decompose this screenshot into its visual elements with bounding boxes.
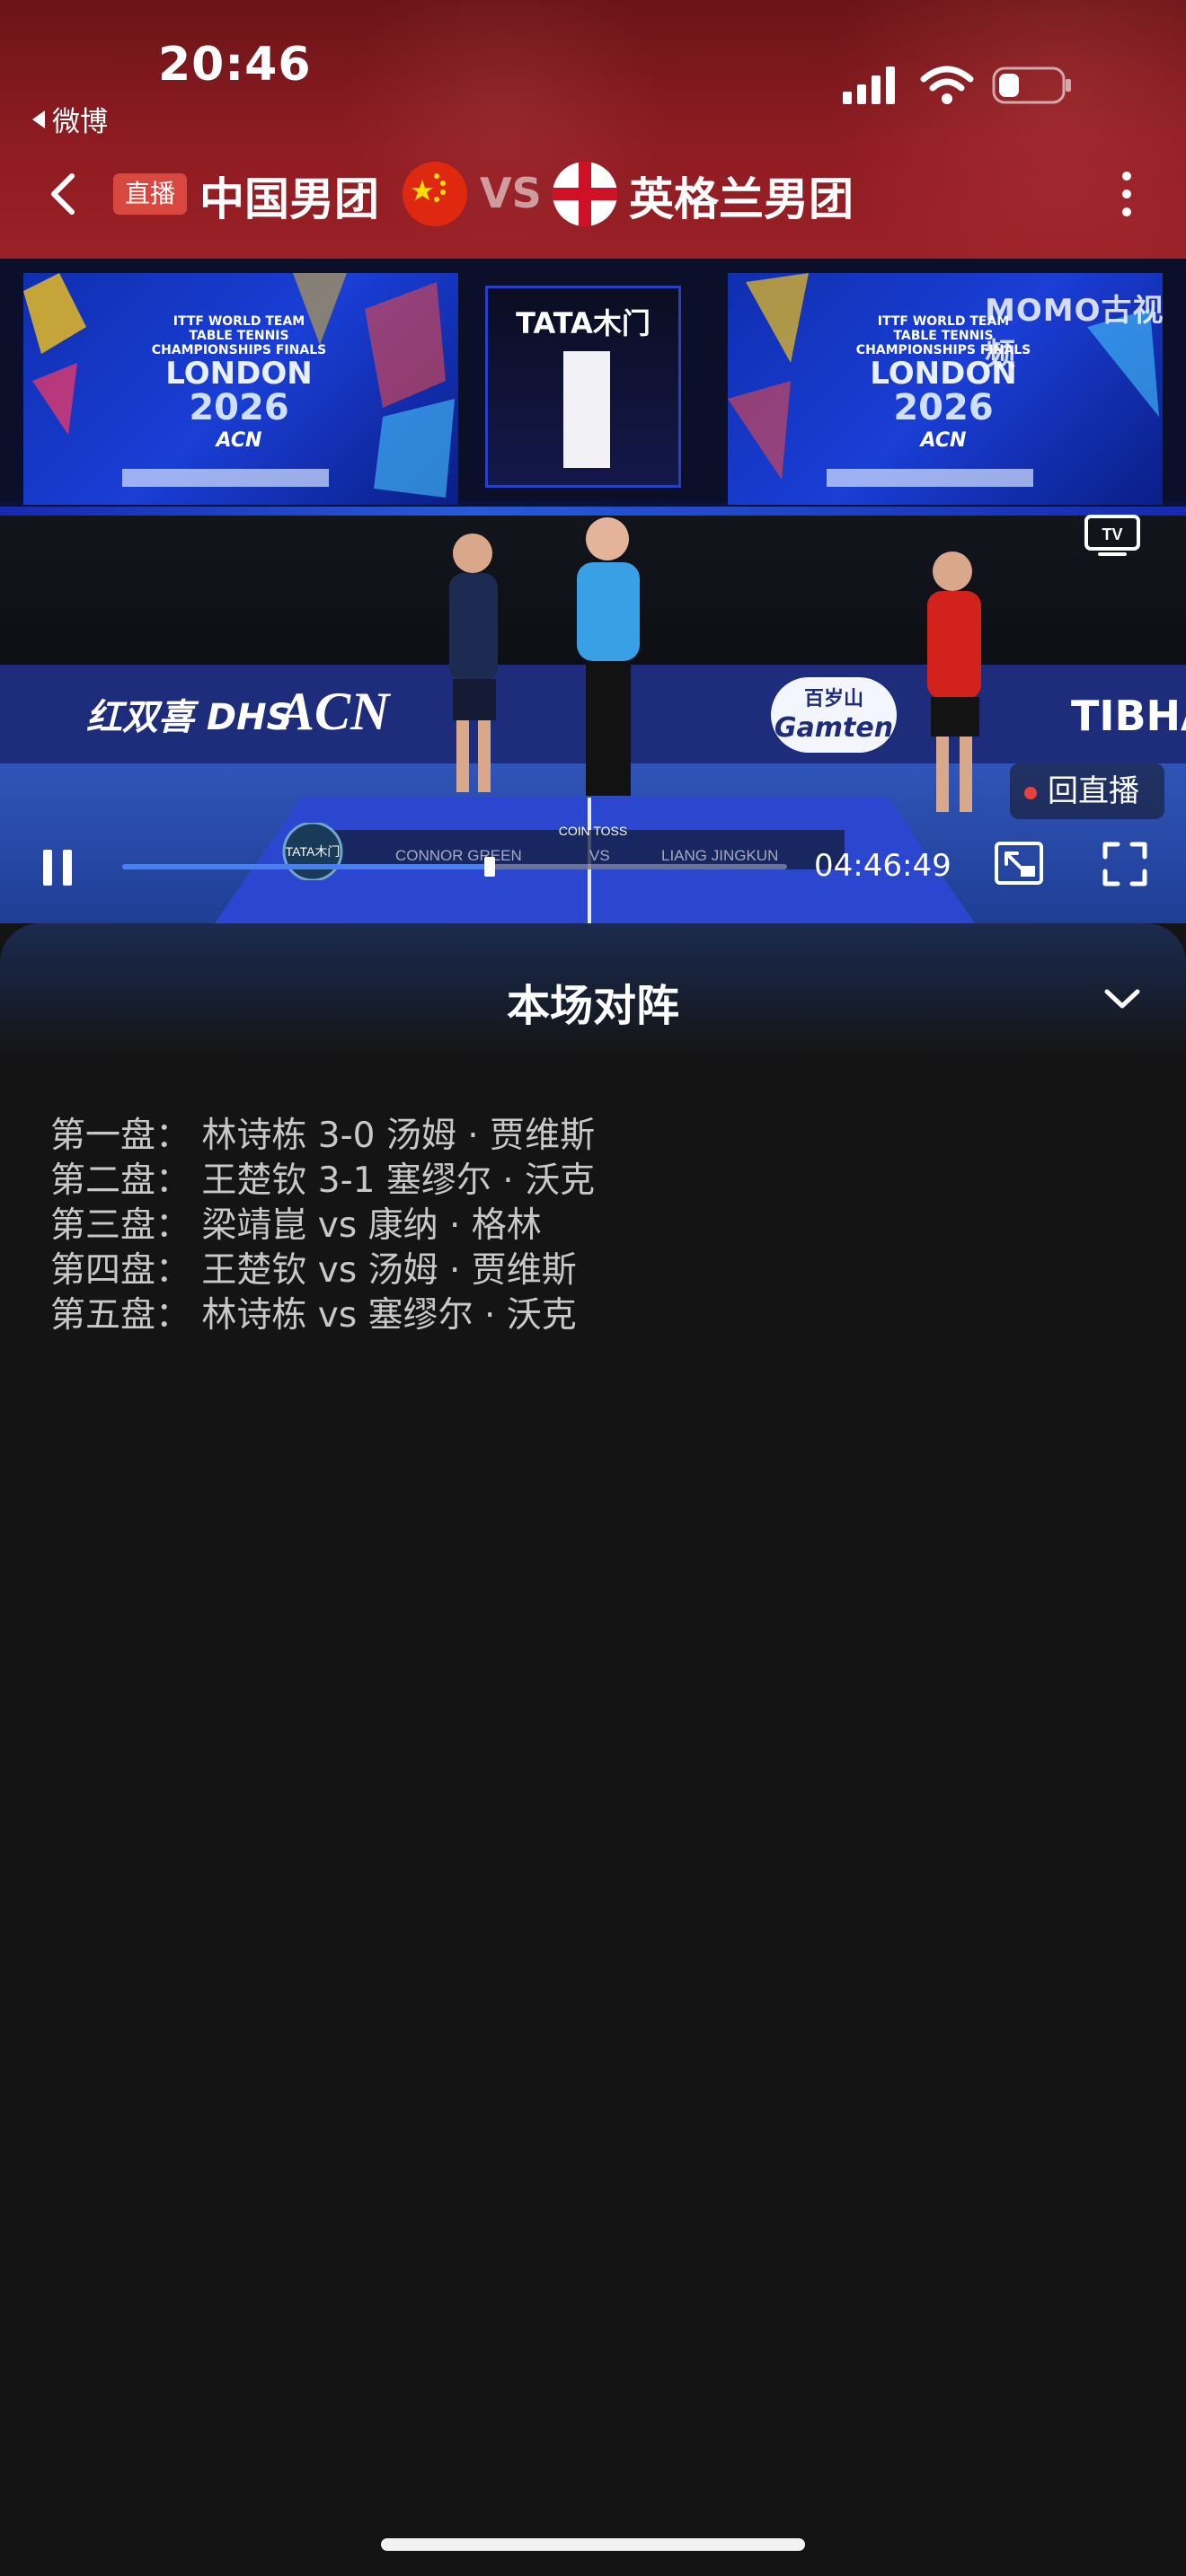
back-to-live-button[interactable]: 回直播	[1010, 763, 1164, 819]
video-player[interactable]: ITTF WORLD TEAM TABLE TENNIS CHAMPIONSHI…	[0, 259, 1186, 923]
progress-handle[interactable]	[484, 857, 496, 877]
match-scoreboard-overlay: TATA木门 COIN TOSS CONNOR GREEN VS LIANG J…	[282, 823, 845, 880]
center-brand: TATA木门	[516, 306, 651, 340]
back-chevron-icon[interactable]	[45, 171, 81, 217]
broadcaster-watermark: MOMO古视频	[985, 293, 1164, 373]
back-triangle-icon	[32, 110, 45, 128]
ad-gamten: 百岁山 Gamten	[771, 677, 897, 753]
progress-fill	[122, 864, 491, 869]
center-panel	[563, 351, 610, 468]
ad-gamten-cn: 百岁山	[803, 688, 863, 710]
current-time: 04:46:49	[814, 848, 951, 884]
home-indicator[interactable]	[381, 2538, 805, 2551]
scoreboard-player1: CONNOR GREEN	[395, 847, 522, 864]
more-options-icon[interactable]	[1118, 169, 1136, 219]
lineup-item: 第四盘： 王楚钦 vs 汤姆 · 贾维斯	[50, 1250, 577, 1291]
tv-label: TV	[1102, 525, 1122, 543]
progress-bar[interactable]	[122, 857, 787, 877]
event-line1: ITTF WORLD TEAM	[173, 314, 305, 329]
cellular-signal-icon	[843, 66, 895, 104]
lineup-item: 第三盘： 梁靖崑 vs 康纳 · 格林	[50, 1205, 542, 1246]
event-year: 2026	[893, 387, 994, 428]
player-left	[449, 534, 498, 792]
arena-screen-left: ITTF WORLD TEAM TABLE TENNIS CHAMPIONSHI…	[23, 273, 458, 505]
status-time: 20:46	[158, 38, 312, 92]
picture-in-picture-icon[interactable]	[994, 841, 1044, 886]
tv-cast-icon[interactable]: TV	[1084, 514, 1141, 559]
ad-tibhar: TIBHAR	[1071, 692, 1186, 740]
lineup-item: 第五盘： 林诗栋 vs 塞缪尔 · 沃克	[50, 1295, 577, 1336]
event-sponsor: ACN	[216, 429, 262, 452]
event-line2: TABLE TENNIS	[189, 329, 289, 343]
battery-icon	[992, 66, 1071, 104]
event-city: LONDON	[165, 356, 313, 392]
england-flag-icon	[553, 162, 617, 226]
match-lineup-list: 第一盘： 林诗栋 3-0 汤姆 · 贾维斯 第二盘： 王楚钦 3-1 塞缪尔 ·…	[50, 1114, 595, 1338]
header-glow	[827, 0, 1186, 259]
pause-icon[interactable]	[40, 848, 75, 887]
away-team-name: 英格兰男团	[629, 173, 854, 225]
versus-label: VS	[480, 169, 542, 217]
china-flag-icon	[403, 162, 467, 226]
lineup-title: 本场对阵	[506, 981, 679, 1031]
live-badge: 直播	[113, 173, 187, 215]
back-to-live-label: 回直播	[1048, 773, 1139, 809]
arena-screen-center: TATA木门	[485, 286, 681, 488]
ad-dhs: 红双喜 DHS	[86, 697, 293, 738]
scoreboard-logo: TATA木门	[286, 844, 341, 859]
event-logo-left: ITTF WORLD TEAM TABLE TENNIS CHAMPIONSHI…	[131, 314, 347, 452]
fullscreen-icon[interactable]	[1102, 841, 1148, 887]
collapse-chevron-icon[interactable]	[1102, 984, 1143, 1013]
event-year: 2026	[189, 387, 289, 428]
live-dot-icon	[1024, 786, 1037, 799]
back-app-label: 微博	[52, 106, 108, 138]
event-sponsor: ACN	[920, 429, 967, 452]
back-to-app-link[interactable]: 微博	[32, 99, 108, 139]
lineup-item: 第二盘： 王楚钦 3-1 塞缪尔 · 沃克	[50, 1160, 596, 1201]
scoreboard-header: COIN TOSS	[559, 824, 628, 838]
umpire	[577, 517, 640, 796]
wifi-icon	[920, 66, 974, 104]
home-team-name: 中国男团	[199, 173, 379, 225]
scoreboard-vs: VS	[589, 847, 610, 864]
lineup-item: 第一盘： 林诗栋 3-0 汤姆 · 贾维斯	[50, 1116, 596, 1156]
ad-gamten-en: Gamten	[774, 712, 894, 744]
scoreboard-player2: LIANG JINGKUN	[661, 847, 778, 864]
ad-acn: ACN	[279, 682, 390, 741]
player-right	[927, 551, 981, 812]
